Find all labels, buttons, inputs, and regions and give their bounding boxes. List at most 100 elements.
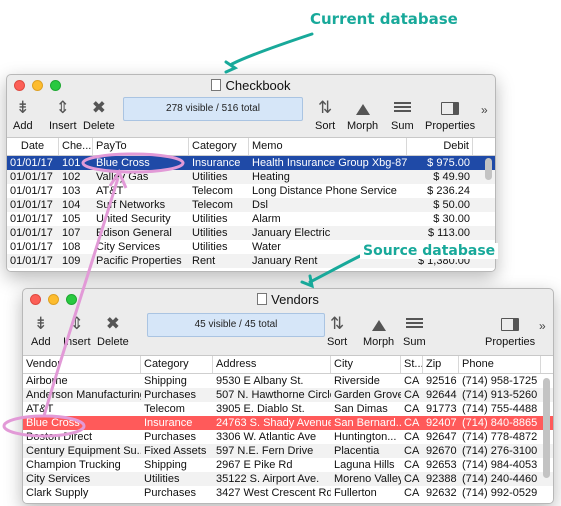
table-cell: CA	[404, 431, 420, 443]
table-row[interactable]: City Services Utilities 35122 S. Airport A…	[23, 472, 553, 486]
insert-button[interactable]: ⇕ Insert	[49, 97, 77, 132]
insert-record-icon: ⇕	[55, 98, 70, 117]
current-database-arrow	[224, 32, 314, 74]
column-header-city[interactable]: City	[331, 356, 401, 373]
table-row[interactable]: Champion Trucking Shipping 2967 E Pike Rd L…	[23, 458, 553, 472]
table-row[interactable]: Airborne Shipping 9530 E Albany St. Riversi…	[23, 374, 553, 388]
sum-icon	[405, 313, 423, 335]
properties-button[interactable]: Properties	[485, 313, 535, 348]
table-cell: Anderson Manufacturing	[26, 389, 141, 401]
table-cell: 01/01/17	[10, 255, 53, 267]
table-cell: CA	[404, 389, 420, 401]
table-cell: (714) 276-3100	[462, 445, 538, 457]
table-header: Date Che... PayTo Category Memo Debit	[7, 138, 495, 156]
record-count-status: 278 visible / 516 total	[123, 97, 303, 121]
table-row[interactable]: Clark Supply Purchases 3427 West Crescent …	[23, 486, 553, 500]
column-header-payto[interactable]: PayTo	[93, 138, 189, 155]
table-cell: Surf Networks	[96, 199, 166, 211]
table-row[interactable]: 01/01/17 101 Blue Cross Insurance Health Ins…	[7, 156, 495, 170]
morph-button[interactable]: Morph	[363, 313, 394, 348]
table-row[interactable]: Blue Cross Insurance 24763 S. Shady Avenue…	[23, 416, 553, 430]
table-row[interactable]: 01/01/17 104 Surf Networks Telecom Dsl $ 50.0…	[7, 198, 495, 212]
table-cell: 01/01/17	[10, 199, 53, 211]
table-cell: 24763 S. Shady Avenue	[216, 417, 331, 429]
column-header-phone[interactable]: Phone	[459, 356, 541, 373]
table-cell: $ 975.00	[427, 157, 470, 169]
table-cell: Utilities	[192, 171, 228, 183]
table-cell: 01/01/17	[10, 171, 53, 183]
table-row[interactable]: Anderson Manufacturing Purchases 507 N. Ha…	[23, 388, 553, 402]
table-cell: Champion Trucking	[26, 459, 121, 471]
add-record-icon: ⇟	[15, 98, 30, 117]
table-row[interactable]: AT&T Telecom 3905 E. Diablo St. San Dimas CA…	[23, 402, 553, 416]
column-header-check[interactable]: Che...	[59, 138, 93, 155]
morph-button[interactable]: Morph	[347, 97, 378, 132]
column-header-category[interactable]: Category	[141, 356, 213, 373]
sort-button[interactable]: ⇅ Sort	[315, 97, 335, 132]
table-cell: Utilities	[192, 227, 228, 239]
table-cell: (714) 755-4488	[462, 403, 538, 415]
column-header-memo[interactable]: Memo	[249, 138, 407, 155]
record-count-status: 45 visible / 45 total	[147, 313, 325, 337]
vendors-titlebar: Vendors	[23, 289, 553, 309]
table-cell: 3905 E. Diablo St.	[216, 403, 305, 415]
table-cell: (714) 992-0529	[462, 487, 538, 499]
sum-button[interactable]: Sum	[391, 97, 414, 132]
column-header-address[interactable]: Address	[213, 356, 331, 373]
column-header-state[interactable]: St...	[401, 356, 423, 373]
table-cell: Insurance	[192, 157, 241, 169]
table-row[interactable]: Boston Direct Purchases 3306 W. Atlantic A…	[23, 430, 553, 444]
table-cell: 109	[62, 255, 81, 267]
column-header-vendor[interactable]: Vendor	[23, 356, 141, 373]
table-cell: 108	[62, 241, 81, 253]
column-header-category[interactable]: Category	[189, 138, 249, 155]
table-cell: Utilities	[144, 473, 180, 485]
table-cell: Fullerton	[334, 487, 377, 499]
table-row[interactable]: 01/01/17 103 AT&T Telecom Long Distance Phon…	[7, 184, 495, 198]
toolbar-overflow-button[interactable]: »	[481, 103, 488, 117]
column-header-date[interactable]: Date	[7, 138, 59, 155]
delete-button[interactable]: ✖ Delete	[97, 313, 129, 348]
table-cell: Purchases	[144, 487, 196, 499]
vendors-table: Vendor Category Address City St... Zip P…	[23, 355, 553, 503]
table-row[interactable]: 01/01/17 107 Edison General Utilities Januar…	[7, 226, 495, 240]
add-button[interactable]: ⇟ Add	[13, 97, 33, 132]
delete-button[interactable]: ✖ Delete	[83, 97, 115, 132]
table-cell: Telecom	[192, 185, 233, 197]
table-cell: CA	[404, 417, 420, 429]
insert-button[interactable]: ⇕ Insert	[63, 313, 91, 348]
table-cell: Laguna Hills	[334, 459, 395, 471]
sort-icon: ⇅	[317, 98, 333, 117]
scrollbar-thumb[interactable]	[485, 158, 492, 180]
sort-icon: ⇅	[329, 314, 345, 333]
table-cell: City Services	[26, 473, 91, 485]
toolbar-overflow-button[interactable]: »	[539, 319, 546, 333]
window-title: Checkbook	[7, 78, 495, 93]
table-cell: Boston Direct	[26, 431, 93, 443]
table-cell: 01/01/17	[10, 213, 53, 225]
table-cell: January Electric	[252, 227, 331, 239]
column-header-zip[interactable]: Zip	[423, 356, 459, 373]
table-row[interactable]: 01/01/17 105 United Security Utilities Alarm…	[7, 212, 495, 226]
properties-panel-icon	[501, 313, 520, 335]
add-button[interactable]: ⇟ Add	[31, 313, 51, 348]
table-cell: 2967 E Pike Rd	[216, 459, 293, 471]
table-cell: Blue Cross	[96, 157, 150, 169]
table-row[interactable]: 01/01/17 102 Valley Gas Utilities Heating $ 4…	[7, 170, 495, 184]
sort-button[interactable]: ⇅ Sort	[327, 313, 347, 348]
table-cell: 3427 West Crescent Rd	[216, 487, 331, 499]
table-row[interactable]: Century Equipment Su... Fixed Assets 597 N…	[23, 444, 553, 458]
table-cell: Long Distance Phone Service	[252, 185, 397, 197]
table-cell: Health Insurance Group Xbg-872	[252, 157, 407, 169]
table-cell: Rent	[192, 255, 216, 267]
table-cell: $ 236.24	[427, 185, 470, 197]
table-cell: $ 50.00	[433, 199, 470, 211]
table-cell: San Bernard...	[334, 417, 401, 429]
table-cell: Shipping	[144, 459, 187, 471]
column-header-debit[interactable]: Debit	[407, 138, 473, 155]
table-cell: 92647	[426, 431, 457, 443]
sum-button[interactable]: Sum	[403, 313, 426, 348]
scrollbar-thumb[interactable]	[543, 378, 550, 478]
properties-button[interactable]: Properties	[425, 97, 475, 132]
table-cell: AT&T	[26, 403, 54, 415]
